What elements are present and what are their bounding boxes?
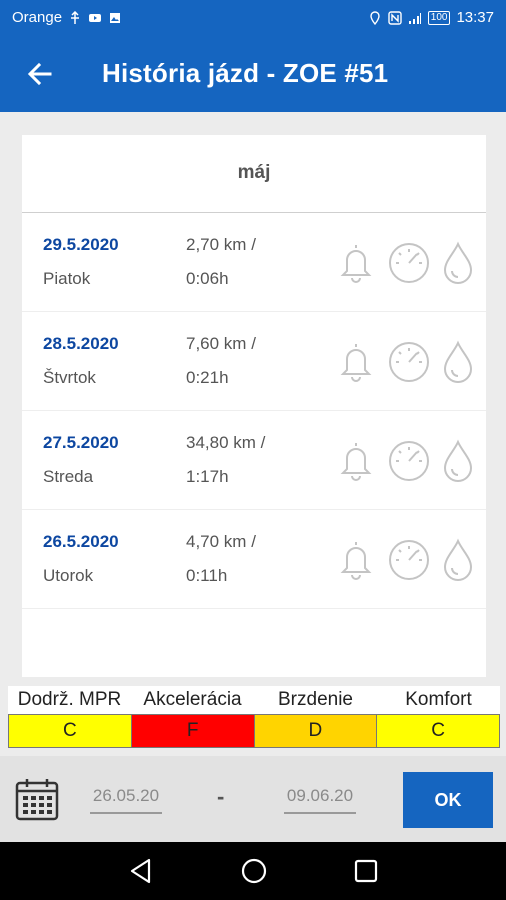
rating-grade-comfort: C (377, 715, 499, 747)
drop-icon (443, 538, 473, 581)
trip-duration: 0:06h (186, 269, 229, 288)
signal-icon (408, 12, 421, 24)
trip-list-card: máj 29.5.2020 Piatok 2,70 km / 0:06h 28.… (22, 135, 486, 677)
rating-grade-mpr: C (9, 715, 132, 747)
trip-distance: 7,60 km / (186, 334, 256, 353)
bell-icon (340, 344, 372, 382)
date-from-field[interactable]: 26.05.20 (90, 786, 162, 814)
app-bar: História jázd - ZOE #51 (0, 36, 506, 112)
speedometer-icon (389, 243, 429, 283)
trip-row[interactable]: 29.5.2020 Piatok 2,70 km / 0:06h (22, 213, 486, 312)
trip-row[interactable]: 27.5.2020 Streda 34,80 km / 1:17h (22, 411, 486, 510)
bell-icon (340, 443, 372, 481)
bell-icon (340, 542, 372, 580)
nav-back-icon[interactable] (127, 857, 155, 885)
rating-grade-braking: D (254, 715, 378, 747)
speedometer-icon (389, 441, 429, 481)
location-icon (370, 10, 380, 25)
trip-duration: 0:21h (186, 368, 229, 387)
trip-distance: 34,80 km / (186, 433, 266, 452)
drop-icon (443, 241, 473, 284)
trip-day: Streda (43, 467, 94, 486)
speedometer-icon (389, 540, 429, 580)
system-nav-bar (0, 842, 506, 900)
drop-icon (443, 439, 473, 482)
battery-level: 100 (427, 10, 451, 25)
carrier-label: Orange (12, 9, 63, 26)
nav-home-icon[interactable] (240, 857, 268, 885)
trip-duration: 0:11h (186, 566, 228, 585)
trip-date: 28.5.2020 (43, 334, 119, 353)
rating-label-acceleration: Akcelerácia (143, 689, 242, 710)
date-range-bar: 26.05.20 - 09.06.20 OK (0, 756, 506, 842)
usb-icon (71, 10, 80, 24)
trip-row[interactable]: 26.5.2020 Utorok 4,70 km / 0:11h (22, 510, 486, 609)
ok-button[interactable]: OK (403, 772, 493, 828)
trip-day: Štvrtok (43, 368, 96, 387)
page-title: História jázd - ZOE #51 (102, 58, 389, 88)
rating-label-braking: Brzdenie (278, 689, 353, 710)
trip-date: 29.5.2020 (43, 235, 119, 254)
status-bar: Orange 100 13:37 (0, 0, 506, 36)
back-arrow-icon[interactable] (24, 58, 56, 90)
date-separator: - (217, 784, 225, 809)
nfc-icon (388, 10, 402, 25)
rating-label-mpr: Dodrž. MPR (17, 689, 122, 710)
calendar-icon[interactable] (14, 776, 60, 822)
trip-distance: 4,70 km / (186, 532, 256, 551)
speedometer-icon (389, 342, 429, 382)
trip-date: 27.5.2020 (43, 433, 119, 452)
trip-duration: 1:17h (186, 467, 229, 486)
clock: 13:37 (456, 9, 494, 26)
bell-icon (340, 245, 372, 283)
nav-recents-icon[interactable] (352, 857, 380, 885)
image-icon (110, 12, 121, 23)
drop-icon (443, 340, 473, 383)
trip-date: 26.5.2020 (43, 532, 119, 551)
rating-label-comfort: Komfort (405, 689, 472, 710)
trip-day: Utorok (43, 566, 94, 585)
trip-day: Piatok (43, 269, 91, 288)
driving-ratings: Dodrž. MPR Akcelerácia Brzdenie Komfort … (8, 686, 500, 748)
trip-row[interactable]: 28.5.2020 Štvrtok 7,60 km / 0:21h (22, 312, 486, 411)
month-header: máj (22, 135, 486, 213)
trip-distance: 2,70 km / (186, 235, 256, 254)
youtube-icon (89, 13, 102, 22)
date-to-field[interactable]: 09.06.20 (284, 786, 356, 814)
rating-grade-acceleration: F (131, 715, 255, 747)
